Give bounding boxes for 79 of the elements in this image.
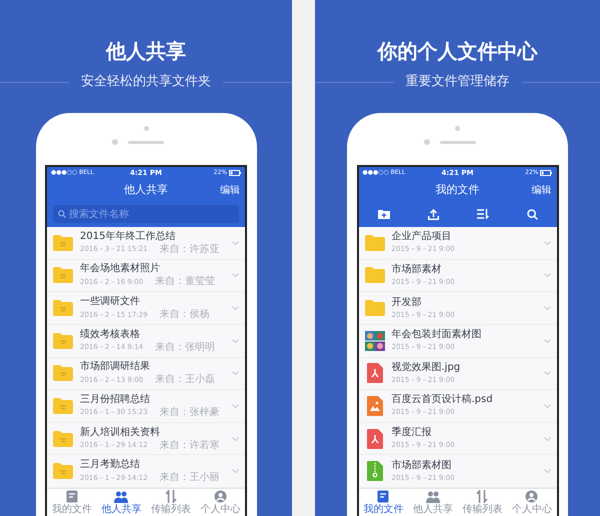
folder-icon [364, 300, 384, 316]
file-name: 一些调研文件 [80, 296, 141, 308]
chevron-down-icon[interactable] [232, 469, 239, 474]
screen-title: 我的文件 [436, 182, 480, 198]
chevron-down-icon[interactable] [232, 306, 239, 310]
chevron-down-icon[interactable] [232, 338, 239, 343]
file-name: 企业产品项目 [392, 231, 452, 244]
file-name: 市场部素材图 [392, 460, 452, 472]
search-icon [58, 210, 66, 218]
sender-text: 来自：许苏亚 [160, 244, 220, 255]
file-name: 绩效考核表格 [80, 328, 141, 341]
upload-icon[interactable] [428, 208, 438, 220]
pdf-file-icon [366, 428, 382, 449]
shared-folder-icon [53, 267, 73, 284]
file-name: 三月份招聘总结 [80, 394, 151, 406]
sender-text: 来自：张梓豪 [160, 406, 220, 418]
chevron-down-icon[interactable] [544, 306, 550, 310]
search-icon[interactable] [526, 208, 538, 220]
chevron-down-icon[interactable] [232, 273, 239, 278]
file-name: 三月考勤总结 [80, 459, 141, 472]
shared-folder-icon [53, 234, 73, 251]
file-name: 季度汇报 [392, 427, 432, 440]
shared-folder-icon [53, 430, 73, 447]
sort-icon[interactable] [476, 209, 488, 219]
image-file-icon [366, 396, 382, 416]
chevron-down-icon[interactable] [544, 436, 550, 441]
file-name: 年会包装封面素材图 [392, 329, 482, 342]
file-name: 新人培训相关资料 [80, 426, 161, 439]
headline: 你的个人文件中心 [378, 38, 538, 64]
sender-text: 来自：王小丽 [160, 472, 220, 484]
edit-button[interactable]: 编辑 [532, 182, 552, 198]
file-name: 市场部调研结果 [80, 361, 151, 374]
chevron-down-icon[interactable] [232, 240, 239, 245]
shared-folder-icon [53, 332, 73, 349]
sender-text: 来自：侯杨 [160, 309, 210, 320]
file-name: 市场部素材 [392, 264, 442, 276]
file-name: 视觉效果图.jpg [392, 362, 462, 374]
shared-folder-icon [53, 398, 73, 414]
sender-text: 来自：童莹莹 [155, 276, 216, 288]
sender-text: 来自：张明明 [155, 342, 216, 353]
tab-button[interactable]: 他人共享 [96, 489, 146, 516]
search-field[interactable]: 搜索文件名称 [53, 205, 239, 223]
chevron-down-icon[interactable] [544, 469, 550, 474]
transfer-arrows-icon [476, 490, 488, 503]
chevron-down-icon[interactable] [544, 404, 550, 408]
zip-file-icon [366, 461, 382, 482]
chevron-down-icon[interactable] [232, 404, 239, 408]
folder-icon [364, 234, 384, 251]
chevron-down-icon[interactable] [232, 436, 239, 441]
shared-folder-icon [53, 300, 73, 316]
speaker-slot [128, 140, 164, 144]
chevron-down-icon[interactable] [544, 371, 550, 376]
pdf-file-icon [366, 363, 382, 384]
chevron-down-icon[interactable] [544, 273, 550, 278]
shared-folder-icon [53, 365, 73, 382]
headline: 他人共享 [106, 38, 186, 64]
battery-icon [540, 170, 552, 176]
transfer-arrows-icon [164, 490, 177, 503]
chevron-down-icon[interactable] [544, 240, 550, 245]
file-name: 开发部 [392, 296, 422, 309]
file-name: 年会场地素材照片 [80, 263, 161, 276]
edit-button[interactable]: 编辑 [220, 182, 240, 198]
shared-folder-icon [53, 463, 73, 480]
tagline: 安全轻松的共享文件夹 [81, 74, 211, 90]
chevron-down-icon[interactable] [232, 371, 239, 376]
tab-button[interactable]: 我的文件 [358, 489, 408, 516]
chevron-down-icon[interactable] [544, 338, 550, 343]
new-folder-icon[interactable] [378, 209, 390, 219]
people-icon [426, 490, 440, 502]
screen-title: 他人共享 [124, 182, 168, 198]
speaker-slot [440, 140, 476, 144]
folder-icon [364, 267, 384, 284]
sender-text: 来自：许若寒 [160, 440, 220, 451]
battery-icon [228, 170, 241, 176]
tagline: 重要文件管理储存 [406, 74, 510, 90]
file-name: 百度云首页设计稿.psd [392, 394, 494, 406]
sender-text: 来自：王小磊 [155, 374, 216, 386]
people-icon [114, 490, 128, 502]
file-name: 2015年年终工作总结 [80, 230, 176, 243]
